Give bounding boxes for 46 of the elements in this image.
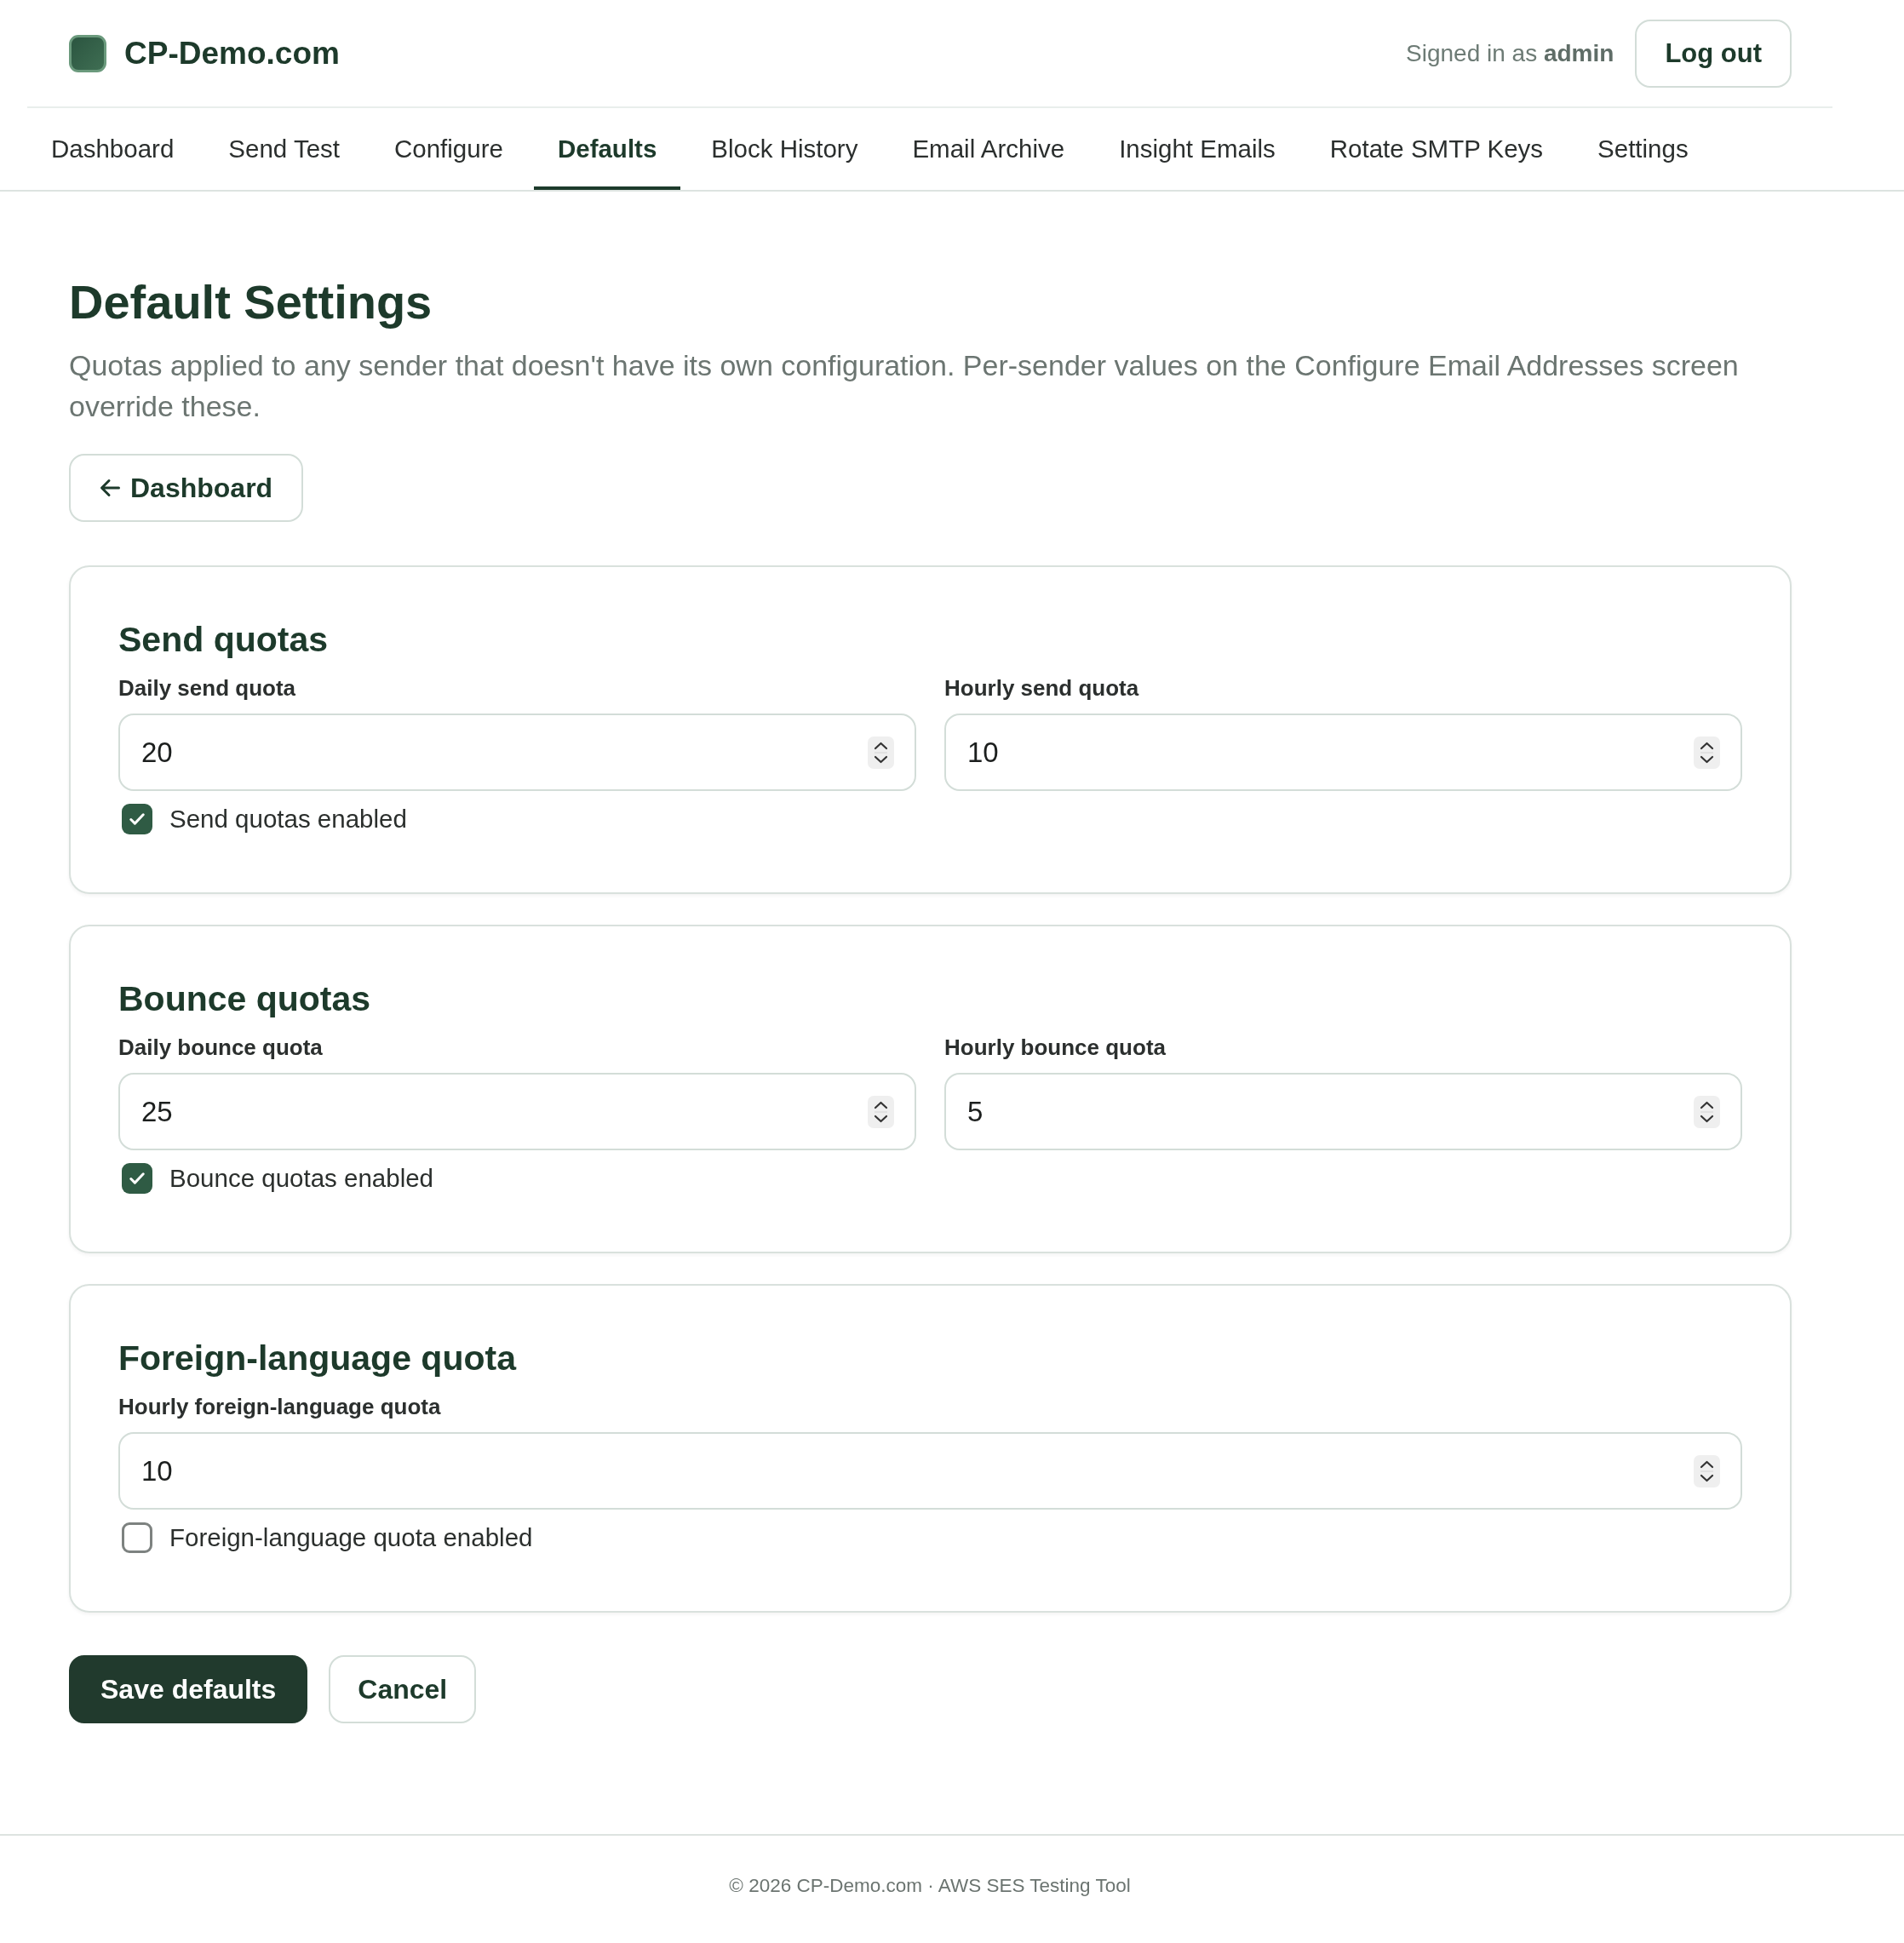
checkmark-icon xyxy=(129,813,145,825)
checkmark-icon xyxy=(129,1172,145,1184)
nav-tab[interactable]: Insight Emails xyxy=(1095,108,1299,190)
field-label: Hourly foreign-language quota xyxy=(118,1393,441,1421)
number-field[interactable]: 5 xyxy=(944,1073,1742,1150)
arrow-left-icon xyxy=(100,479,120,497)
nav-tab[interactable]: Dashboard xyxy=(27,108,198,190)
nav-tab[interactable]: Settings xyxy=(1574,108,1712,190)
card-title: Foreign-language quota xyxy=(118,1338,518,1378)
page-title: Default Settings xyxy=(69,274,433,330)
checkbox[interactable] xyxy=(122,1522,152,1553)
nav-tab[interactable]: Defaults xyxy=(533,108,681,190)
checkbox-label: Send quotas enabled xyxy=(169,804,407,834)
number-field[interactable]: 10 xyxy=(118,1432,1742,1510)
number-field[interactable]: 10 xyxy=(944,714,1742,791)
number-field[interactable]: 20 xyxy=(118,714,916,791)
spinner-icon[interactable] xyxy=(1694,736,1720,769)
nav-tab[interactable]: Email Archive xyxy=(888,108,1089,190)
field-label: Hourly send quota xyxy=(944,674,1139,702)
field-label: Hourly bounce quota xyxy=(944,1034,1166,1062)
logout-button[interactable]: Log out xyxy=(1635,19,1792,88)
signed-in-text: Signed in as admin xyxy=(1406,39,1614,67)
cancel-button[interactable]: Cancel xyxy=(329,1655,477,1723)
nav-tab[interactable]: Rotate SMTP Keys xyxy=(1305,108,1568,190)
field-label: Daily bounce quota xyxy=(118,1034,323,1062)
spinner-icon[interactable] xyxy=(1694,1095,1720,1128)
footer-text: © 2026 CP-Demo.com · AWS SES Testing Tool xyxy=(729,1875,1131,1896)
back-button[interactable]: Dashboard xyxy=(69,454,304,522)
checkbox-label: Foreign-language quota enabled xyxy=(169,1522,533,1553)
number-field[interactable]: 25 xyxy=(118,1073,916,1150)
card-title: Send quotas xyxy=(118,619,330,660)
spinner-icon[interactable] xyxy=(1694,1454,1720,1487)
page-description: Quotas applied to any sender that doesn't have its own configuration. Per-sender values on the Configure Email Addresses screen override these. xyxy=(69,348,1740,424)
checkbox-label: Bounce quotas enabled xyxy=(169,1163,433,1194)
checkbox[interactable] xyxy=(122,804,152,834)
field-label: Daily send quota xyxy=(118,674,296,702)
spinner-icon[interactable] xyxy=(868,1095,894,1128)
checkbox[interactable] xyxy=(122,1163,152,1194)
nav-tab[interactable]: Configure xyxy=(370,108,527,190)
nav-tab[interactable]: Send Test xyxy=(204,108,364,190)
nav-tab[interactable]: Block History xyxy=(687,108,882,190)
logo-icon xyxy=(69,34,106,72)
card-title: Bounce quotas xyxy=(118,978,372,1019)
save-button[interactable]: Save defaults xyxy=(69,1655,308,1723)
brand-name: CP-Demo.com xyxy=(124,35,340,72)
spinner-icon[interactable] xyxy=(868,736,894,769)
